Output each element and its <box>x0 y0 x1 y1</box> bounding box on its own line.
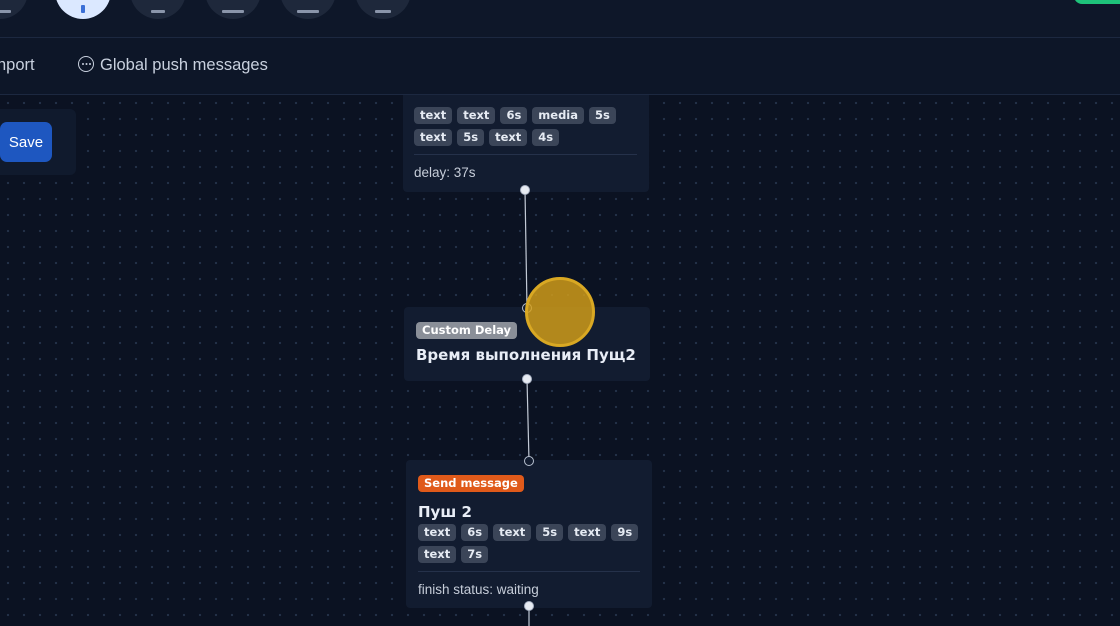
node-divider <box>418 571 640 572</box>
push2-input-port[interactable] <box>524 456 534 466</box>
panel-icon[interactable] <box>280 0 336 19</box>
custom-delay-title: Время выполнения Пущ2 <box>416 346 636 364</box>
flow-canvas[interactable]: Save text text 6s media 5s text 5s text … <box>0 95 1120 626</box>
calendar-icon[interactable] <box>355 0 411 19</box>
custom-delay-badge: Custom Delay <box>416 322 518 339</box>
push2-output-port[interactable] <box>524 601 534 611</box>
chip: 5s <box>457 129 485 146</box>
chip: 4s <box>532 129 560 146</box>
edge-push1-to-delay <box>524 189 528 309</box>
sub-navigation: nport Global push messages <box>0 38 1120 95</box>
chip: text <box>568 524 607 541</box>
chip: 9s <box>611 524 639 541</box>
push2-content-chips: text 6s text 5s text 9s text 7s <box>418 524 644 563</box>
edge-delay-to-push2 <box>526 378 530 462</box>
chip: text <box>414 129 453 146</box>
chip: media <box>532 107 585 124</box>
chip: 6s <box>461 524 489 541</box>
primary-action-button[interactable] <box>1074 0 1120 4</box>
chip: text <box>489 129 528 146</box>
custom-delay-output-port[interactable] <box>522 374 532 384</box>
chip: 5s <box>536 524 564 541</box>
node-push-1[interactable]: text text 6s media 5s text 5s text 4s de… <box>403 95 649 192</box>
window-icon[interactable] <box>205 0 261 19</box>
chip: 5s <box>589 107 616 124</box>
chip: text <box>457 107 496 124</box>
global-push-messages-link[interactable]: Global push messages <box>100 56 268 75</box>
node-push-2[interactable]: Send message Пуш 2 text 6s text 5s text … <box>406 460 652 608</box>
send-message-badge: Send message <box>418 475 524 492</box>
cursor-tool-icon[interactable] <box>55 0 111 19</box>
push2-finish-status: finish status: waiting <box>418 582 539 597</box>
chip: text <box>418 524 457 541</box>
chip: 6s <box>500 107 528 124</box>
cursor-highlight <box>525 277 595 347</box>
push1-content-chips: text text 6s media 5s text 5s text 4s <box>414 107 642 146</box>
chat-bubble-icon <box>78 56 94 72</box>
chip: text <box>414 107 453 124</box>
chip: text <box>493 524 532 541</box>
import-link[interactable]: nport <box>0 56 35 75</box>
menu-icon[interactable] <box>0 0 28 19</box>
chip: text <box>418 546 457 563</box>
chip: 7s <box>461 546 489 563</box>
push1-delay-text: delay: 37s <box>414 165 476 180</box>
push2-title: Пуш 2 <box>418 503 472 521</box>
push1-output-port[interactable] <box>520 185 530 195</box>
top-toolbar <box>0 0 1120 38</box>
node-divider <box>414 154 637 155</box>
grid-icon[interactable] <box>130 0 186 19</box>
